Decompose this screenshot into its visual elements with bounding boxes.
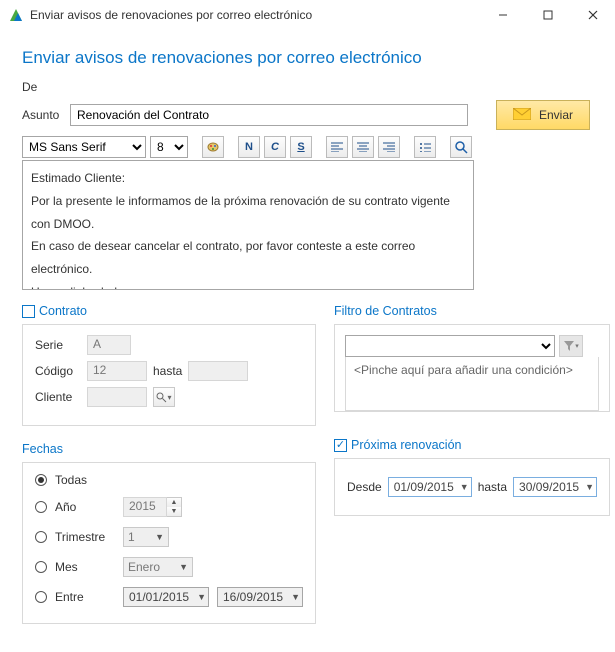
serie-label: Serie (35, 338, 81, 352)
app-icon (8, 7, 24, 23)
mes-select[interactable]: Enero▼ (123, 557, 193, 577)
proxima-hasta-label: hasta (478, 480, 507, 494)
proxima-group: Desde 01/09/2015▼ hasta 30/09/2015▼ (334, 458, 610, 516)
funnel-icon[interactable]: ▾ (559, 335, 583, 357)
close-button[interactable] (570, 0, 615, 29)
page-title: Enviar avisos de renovaciones por correo… (22, 48, 595, 68)
filtro-title: Filtro de Contratos (334, 304, 610, 318)
editor-toolbar: MS Sans Serif 8 N C S (22, 136, 595, 158)
subject-input[interactable] (70, 104, 468, 126)
font-size-select[interactable]: 8 (150, 136, 188, 158)
cliente-label: Cliente (35, 390, 81, 404)
subject-label: Asunto (22, 108, 70, 122)
list-button[interactable] (414, 136, 436, 158)
align-right-button[interactable] (378, 136, 400, 158)
font-color-button[interactable] (202, 136, 224, 158)
entre-to-date[interactable]: 16/09/2015▼ (217, 587, 303, 607)
filter-combo[interactable] (345, 335, 555, 357)
fechas-title: Fechas (22, 442, 316, 456)
desde-label: Desde (347, 480, 382, 494)
send-button[interactable]: Enviar (496, 100, 590, 130)
desde-date[interactable]: 01/09/2015▼ (388, 477, 472, 497)
cliente-input[interactable] (87, 387, 147, 407)
body-line: Por la presente le informamos de la próx… (31, 190, 465, 236)
align-center-button[interactable] (352, 136, 374, 158)
radio-todas-label: Todas (55, 473, 115, 487)
radio-todas[interactable] (35, 474, 47, 486)
radio-mes[interactable] (35, 561, 47, 573)
bold-button[interactable]: N (238, 136, 260, 158)
underline-button[interactable]: S (290, 136, 312, 158)
align-left-button[interactable] (326, 136, 348, 158)
radio-entre[interactable] (35, 591, 47, 603)
radio-entre-label: Entre (55, 590, 115, 604)
ano-spinner[interactable]: ▲▼ (167, 497, 182, 517)
from-label: De (22, 80, 70, 94)
send-button-label: Enviar (539, 108, 573, 122)
proxima-title: Próxima renovación (334, 438, 610, 452)
radio-ano[interactable] (35, 501, 47, 513)
contrato-group: Serie A Código 12 hasta Cliente ▾ (22, 324, 316, 426)
codigo-label: Código (35, 364, 81, 378)
envelope-icon (513, 108, 531, 123)
codigo-from-input[interactable]: 12 (87, 361, 147, 381)
hasta-date[interactable]: 30/09/2015▼ (513, 477, 597, 497)
filter-condition-area[interactable]: <Pinche aquí para añadir una condición> (345, 357, 599, 411)
body-line: En caso de desear cancelar el contrato, … (31, 235, 465, 281)
window-title: Enviar avisos de renovaciones por correo… (30, 8, 480, 22)
serie-input[interactable]: A (87, 335, 131, 355)
radio-trimestre[interactable] (35, 531, 47, 543)
contrato-title: Contrato (22, 304, 316, 318)
codigo-to-input[interactable] (188, 361, 248, 381)
trimestre-select[interactable]: 1▼ (123, 527, 169, 547)
font-select[interactable]: MS Sans Serif (22, 136, 146, 158)
radio-mes-label: Mes (55, 560, 115, 574)
filtro-group: ▾ <Pinche aquí para añadir una condición… (334, 324, 610, 412)
codigo-hasta-label: hasta (153, 364, 182, 378)
radio-trimestre-label: Trimestre (55, 530, 115, 544)
search-icon[interactable] (450, 136, 472, 158)
entre-from-date[interactable]: 01/01/2015▼ (123, 587, 209, 607)
body-line: Un cordial saludo, (31, 281, 465, 290)
ano-input[interactable]: 2015 (123, 497, 167, 517)
radio-ano-label: Año (55, 500, 115, 514)
cliente-lookup-button[interactable]: ▾ (153, 387, 175, 407)
window-controls (480, 0, 615, 29)
fechas-group: Todas Año 2015 ▲▼ Trimestre 1▼ (22, 462, 316, 624)
minimize-button[interactable] (480, 0, 525, 29)
titlebar: Enviar avisos de renovaciones por correo… (0, 0, 615, 30)
proxima-checkbox[interactable] (334, 439, 347, 452)
body-line: Estimado Cliente: (31, 167, 465, 190)
contrato-checkbox[interactable] (22, 305, 35, 318)
italic-button[interactable]: C (264, 136, 286, 158)
maximize-button[interactable] (525, 0, 570, 29)
message-body[interactable]: Estimado Cliente: Por la presente le inf… (22, 160, 474, 290)
